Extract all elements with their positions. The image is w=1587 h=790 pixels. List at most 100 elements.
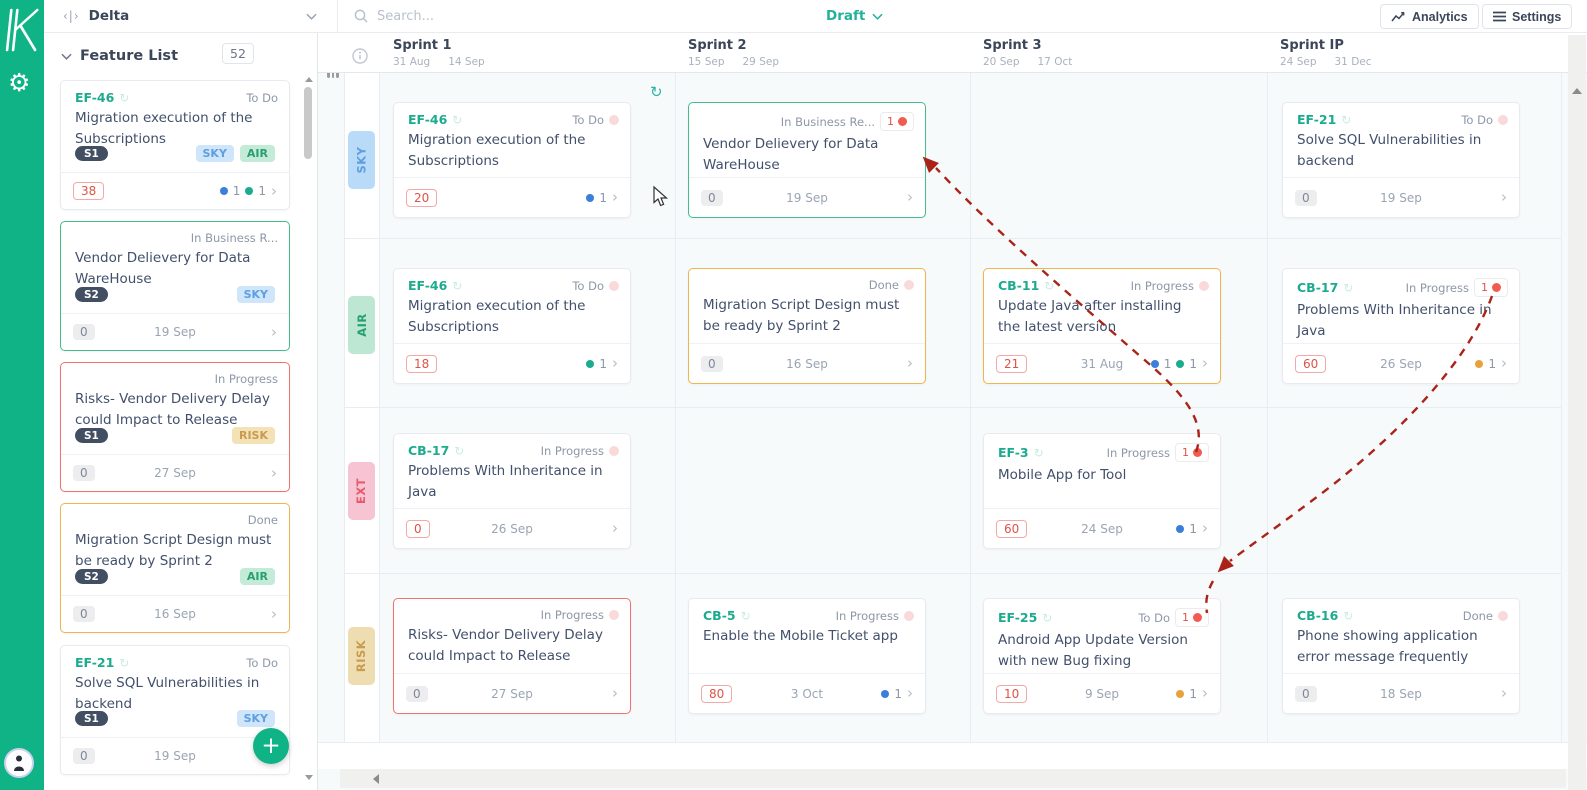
row-label-sky: SKY [348,131,375,189]
board-card[interactable]: EF-21 ↻ To Do Solve SQL Vulnerabilities … [1282,102,1520,218]
board-card[interactable]: EF-25 ↻ To Do 1 Android App Update Versi… [983,598,1221,714]
panel-scrollbar[interactable] [303,75,314,785]
alert-dot-icon [1193,613,1202,622]
refresh-cell-icon[interactable]: ↻ [650,83,663,101]
card-points-badge: 0 [73,606,95,622]
board-card[interactable]: CB-17 ↻ In Progress 1 Problems With Inhe… [1282,268,1520,384]
settings-button[interactable]: Settings [1482,4,1573,29]
chevron-right-icon[interactable]: › [271,465,277,481]
card-title: Vendor Delievery for Data WareHouse [75,250,251,287]
chevron-right-icon[interactable]: › [1202,356,1208,371]
chevron-right-icon[interactable]: › [612,356,618,371]
chevron-right-icon[interactable]: › [907,686,913,701]
add-feature-button[interactable]: + [253,728,289,764]
chevron-right-icon[interactable]: › [1501,686,1507,701]
alert-count-badge[interactable]: 1 [1175,608,1209,627]
chevron-right-icon[interactable]: › [271,183,277,199]
card-points-badge: 0 [406,519,430,538]
card-id: CB-17 [408,443,450,458]
alert-count-badge[interactable]: 1 [1175,443,1209,462]
board-card[interactable]: CB-16 ↻ Done Phone showing application e… [1282,598,1520,714]
board-card[interactable]: EF-46 ↻ To Do Migration execution of the… [393,268,631,384]
board-card[interactable]: In Business Re... 1 Vendor Delievery for… [688,102,926,218]
status-dot-blue [1176,524,1185,533]
analytics-button[interactable]: Analytics [1380,4,1479,29]
row-label-ext: EXT [348,462,375,520]
card-title: Migration Script Design must be ready by… [75,532,272,569]
analytics-label: Analytics [1412,9,1468,24]
chevron-down-icon [872,13,883,20]
chevron-right-icon[interactable]: › [907,356,913,371]
feature-card[interactable]: In Business R... Vendor Delievery for Da… [60,221,290,351]
chevron-right-icon[interactable]: › [612,190,618,205]
card-points-badge: 18 [406,354,438,373]
card-status: To Do [246,90,278,105]
scroll-up-arrow[interactable] [1572,88,1582,94]
horizontal-scrollbar[interactable] [340,769,1566,788]
board-card[interactable]: Done Migration Script Design must be rea… [688,268,926,384]
tag-sky: SKY [236,710,275,727]
chevron-right-icon[interactable]: › [271,324,277,340]
card-title: Solve SQL Vulnerabilities in backend [75,675,260,712]
card-points-badge: 60 [1295,354,1327,373]
chevron-right-icon[interactable]: › [1501,356,1507,371]
mode-selector[interactable]: Draft [826,0,883,32]
gear-icon[interactable]: ⚙ [8,70,30,95]
board-card[interactable]: EF-3 ↻ In Progress 1 Mobile App for Tool… [983,433,1221,549]
chevron-right-icon[interactable]: › [1202,521,1208,536]
scroll-down-arrow[interactable] [305,775,313,780]
vertical-scrollbar[interactable] [1568,35,1586,790]
alert-count-badge[interactable]: 1 [1474,278,1508,297]
feature-count-badge: 52 [222,43,254,64]
board-card[interactable]: CB-17 ↻ In Progress Problems With Inheri… [393,433,631,549]
info-icon[interactable] [352,48,368,64]
collapse-chevron-icon[interactable] [61,53,72,60]
scroll-up-arrow[interactable] [305,77,313,82]
notification-dot [609,114,619,125]
notification-dot [609,280,619,291]
project-dropdown-chevron[interactable] [306,0,317,32]
chevron-right-icon[interactable]: › [612,686,618,701]
alert-count: 1 [887,115,894,128]
feature-card[interactable]: Done Migration Script Design must be rea… [60,503,290,633]
card-points-badge: 0 [1295,189,1317,206]
board-card[interactable]: CB-11 ↻ In Progress Update Java after in… [983,268,1221,384]
sprint-start-date: 15 Sep [688,56,725,68]
chevron-right-icon[interactable]: › [1202,686,1208,701]
chevron-right-icon[interactable]: › [1501,190,1507,205]
hamburger-menu-icon [1493,11,1506,22]
feature-card[interactable]: In Progress Risks- Vendor Delivery Delay… [60,362,290,492]
status-dot-orange [1176,689,1185,698]
card-title: Mobile App for Tool [998,467,1127,483]
sync-icon: ↻ [1033,445,1044,460]
user-avatar[interactable] [4,748,34,778]
board-card[interactable]: CB-5 ↻ In Progress Enable the Mobile Tic… [688,598,926,714]
card-points-badge: 60 [996,519,1028,538]
scroll-left-arrow[interactable] [373,774,379,784]
brand-logo[interactable] [0,6,43,58]
status-dot-blue [219,187,228,195]
card-status: To Do [572,112,604,127]
alert-count: 1 [1481,281,1488,294]
board-card[interactable]: EF-46 ↻ To Do Migration execution of the… [393,102,631,218]
project-selector[interactable]: ‹|› Delta [63,0,129,32]
status-dot-count: 1 [1189,356,1197,371]
scrollbar-thumb[interactable] [304,87,312,159]
alert-count-badge[interactable]: 1 [880,112,914,131]
chevron-right-icon[interactable]: › [271,606,277,622]
notification-dot [609,610,619,620]
card-status: Done [868,278,899,292]
feature-card[interactable]: EF-46 ↻ To Do Migration execution of the… [60,80,290,210]
card-points-badge: 0 [73,748,95,764]
card-status: In Progress [1405,280,1469,295]
card-id: EF-25 [998,610,1038,625]
search-input[interactable] [377,8,557,24]
card-points-badge: 10 [996,684,1028,703]
card-id: CB-11 [998,278,1040,293]
board-card[interactable]: In Progress Risks- Vendor Delivery Delay… [393,598,631,714]
sprint-end-date: 17 Oct [1037,56,1073,68]
sync-icon: ↻ [1343,608,1354,623]
chevron-right-icon[interactable]: › [612,521,618,536]
card-status: To Do [572,278,604,293]
chevron-right-icon[interactable]: › [907,190,913,205]
